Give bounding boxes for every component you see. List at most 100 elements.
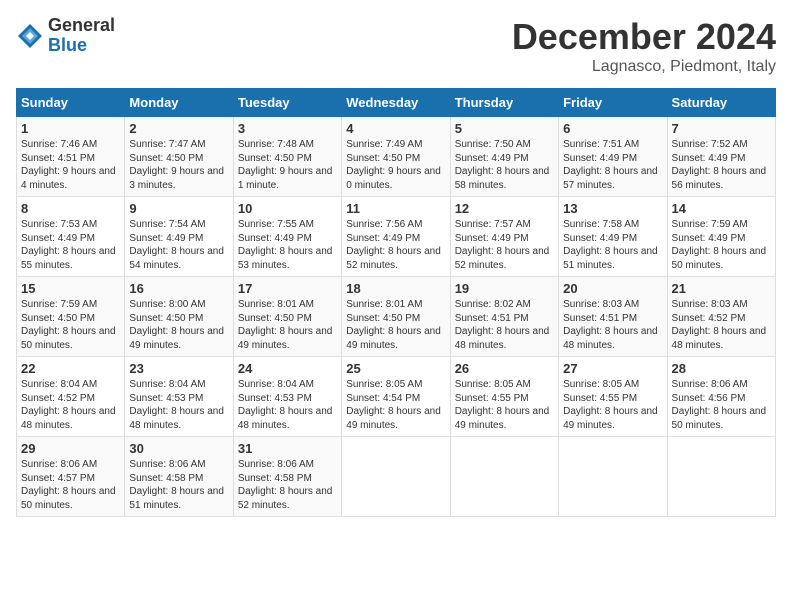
calendar-cell: 28 Sunrise: 8:06 AMSunset: 4:56 PMDayligh… [667,357,775,437]
cell-info: Sunrise: 7:51 AMSunset: 4:49 PMDaylight:… [563,139,658,191]
day-number: 1 [21,121,120,136]
cell-info: Sunrise: 8:01 AMSunset: 4:50 PMDaylight:… [346,299,441,351]
calendar-cell: 10 Sunrise: 7:55 AMSunset: 4:49 PMDayligh… [233,197,341,277]
header: General Blue December 2024 Lagnasco, Pie… [16,16,776,76]
cell-info: Sunrise: 7:55 AMSunset: 4:49 PMDaylight:… [238,219,333,271]
cell-info: Sunrise: 8:03 AMSunset: 4:51 PMDaylight:… [563,299,658,351]
calendar-cell: 31Sunrise: 8:06 AMSunset: 4:58 PMDayligh… [233,437,341,517]
day-header-wednesday: Wednesday [342,89,450,117]
cell-info: Sunrise: 7:58 AMSunset: 4:49 PMDaylight:… [563,219,658,271]
cell-info: Sunrise: 8:05 AMSunset: 4:54 PMDaylight:… [346,379,441,431]
calendar-cell [450,437,558,517]
cell-info: Sunrise: 7:50 AMSunset: 4:49 PMDaylight:… [455,139,550,191]
month-title: December 2024 [512,16,776,58]
day-number: 5 [455,121,554,136]
calendar-cell: 24 Sunrise: 8:04 AMSunset: 4:53 PMDayligh… [233,357,341,437]
calendar-cell: 20 Sunrise: 8:03 AMSunset: 4:51 PMDayligh… [559,277,667,357]
logo: General Blue [16,16,115,56]
day-number: 6 [563,121,662,136]
cell-info: Sunrise: 7:53 AMSunset: 4:49 PMDaylight:… [21,219,116,271]
logo-icon [16,22,44,50]
day-number: 20 [563,281,662,296]
calendar-cell: 15 Sunrise: 7:59 AMSunset: 4:50 PMDayligh… [17,277,125,357]
day-number: 25 [346,361,445,376]
day-number: 21 [672,281,771,296]
cell-info: Sunrise: 7:46 AMSunset: 4:51 PMDaylight:… [21,139,116,191]
calendar-cell: 18 Sunrise: 8:01 AMSunset: 4:50 PMDayligh… [342,277,450,357]
cell-info: Sunrise: 8:06 AMSunset: 4:58 PMDaylight:… [238,459,333,511]
calendar-cell: 7 Sunrise: 7:52 AMSunset: 4:49 PMDaylight… [667,117,775,197]
calendar-table: SundayMondayTuesdayWednesdayThursdayFrid… [16,88,776,517]
location: Lagnasco, Piedmont, Italy [512,58,776,76]
calendar-cell [667,437,775,517]
calendar-cell [342,437,450,517]
cell-info: Sunrise: 7:59 AMSunset: 4:50 PMDaylight:… [21,299,116,351]
day-number: 10 [238,201,337,216]
day-header-monday: Monday [125,89,233,117]
day-number: 24 [238,361,337,376]
day-number: 18 [346,281,445,296]
cell-info: Sunrise: 8:03 AMSunset: 4:52 PMDaylight:… [672,299,767,351]
calendar-cell: 3Sunrise: 7:48 AMSunset: 4:50 PMDaylight… [233,117,341,197]
calendar-cell: 5 Sunrise: 7:50 AMSunset: 4:49 PMDaylight… [450,117,558,197]
calendar-cell: 22 Sunrise: 8:04 AMSunset: 4:52 PMDayligh… [17,357,125,437]
calendar-cell: 12Sunrise: 7:57 AMSunset: 4:49 PMDayligh… [450,197,558,277]
cell-info: Sunrise: 8:06 AMSunset: 4:58 PMDaylight:… [129,459,224,511]
week-row-4: 22 Sunrise: 8:04 AMSunset: 4:52 PMDayligh… [17,357,776,437]
cell-info: Sunrise: 8:05 AMSunset: 4:55 PMDaylight:… [563,379,658,431]
calendar-cell [559,437,667,517]
cell-info: Sunrise: 8:04 AMSunset: 4:53 PMDaylight:… [129,379,224,431]
calendar-cell: 9 Sunrise: 7:54 AMSunset: 4:49 PMDaylight… [125,197,233,277]
day-number: 17 [238,281,337,296]
logo-text: General Blue [48,16,115,56]
day-number: 27 [563,361,662,376]
day-number: 22 [21,361,120,376]
day-number: 16 [129,281,228,296]
logo-general: General [48,16,115,36]
day-number: 30 [129,441,228,456]
title-area: December 2024 Lagnasco, Piedmont, Italy [512,16,776,76]
day-number: 11 [346,201,445,216]
day-number: 3 [238,121,337,136]
calendar-cell: 8 Sunrise: 7:53 AMSunset: 4:49 PMDaylight… [17,197,125,277]
week-row-1: 1 Sunrise: 7:46 AMSunset: 4:51 PMDaylight… [17,117,776,197]
calendar-cell: 17 Sunrise: 8:01 AMSunset: 4:50 PMDayligh… [233,277,341,357]
cell-info: Sunrise: 8:06 AMSunset: 4:56 PMDaylight:… [672,379,767,431]
day-number: 9 [129,201,228,216]
calendar-cell: 29Sunrise: 8:06 AMSunset: 4:57 PMDayligh… [17,437,125,517]
day-header-saturday: Saturday [667,89,775,117]
cell-info: Sunrise: 7:52 AMSunset: 4:49 PMDaylight:… [672,139,767,191]
logo-blue: Blue [48,36,115,56]
calendar-cell: 1 Sunrise: 7:46 AMSunset: 4:51 PMDaylight… [17,117,125,197]
cell-info: Sunrise: 8:04 AMSunset: 4:53 PMDaylight:… [238,379,333,431]
day-number: 29 [21,441,120,456]
day-header-tuesday: Tuesday [233,89,341,117]
calendar-cell: 11 Sunrise: 7:56 AMSunset: 4:49 PMDayligh… [342,197,450,277]
cell-info: Sunrise: 8:01 AMSunset: 4:50 PMDaylight:… [238,299,333,351]
day-number: 8 [21,201,120,216]
day-number: 28 [672,361,771,376]
cell-info: Sunrise: 8:00 AMSunset: 4:50 PMDaylight:… [129,299,224,351]
calendar-cell: 2Sunrise: 7:47 AMSunset: 4:50 PMDaylight… [125,117,233,197]
day-number: 12 [455,201,554,216]
cell-info: Sunrise: 8:04 AMSunset: 4:52 PMDaylight:… [21,379,116,431]
day-number: 7 [672,121,771,136]
calendar-cell: 30 Sunrise: 8:06 AMSunset: 4:58 PMDayligh… [125,437,233,517]
calendar-cell: 4Sunrise: 7:49 AMSunset: 4:50 PMDaylight… [342,117,450,197]
day-number: 13 [563,201,662,216]
cell-info: Sunrise: 7:54 AMSunset: 4:49 PMDaylight:… [129,219,224,271]
day-header-friday: Friday [559,89,667,117]
cell-info: Sunrise: 7:49 AMSunset: 4:50 PMDaylight:… [346,139,441,191]
week-row-5: 29Sunrise: 8:06 AMSunset: 4:57 PMDayligh… [17,437,776,517]
calendar-cell: 27 Sunrise: 8:05 AMSunset: 4:55 PMDayligh… [559,357,667,437]
calendar-cell: 26Sunrise: 8:05 AMSunset: 4:55 PMDayligh… [450,357,558,437]
calendar-cell: 21 Sunrise: 8:03 AMSunset: 4:52 PMDayligh… [667,277,775,357]
day-number: 14 [672,201,771,216]
day-number: 15 [21,281,120,296]
cell-info: Sunrise: 8:02 AMSunset: 4:51 PMDaylight:… [455,299,550,351]
day-number: 19 [455,281,554,296]
day-number: 23 [129,361,228,376]
calendar-cell: 14Sunrise: 7:59 AMSunset: 4:49 PMDayligh… [667,197,775,277]
cell-info: Sunrise: 7:56 AMSunset: 4:49 PMDaylight:… [346,219,441,271]
week-row-3: 15 Sunrise: 7:59 AMSunset: 4:50 PMDayligh… [17,277,776,357]
